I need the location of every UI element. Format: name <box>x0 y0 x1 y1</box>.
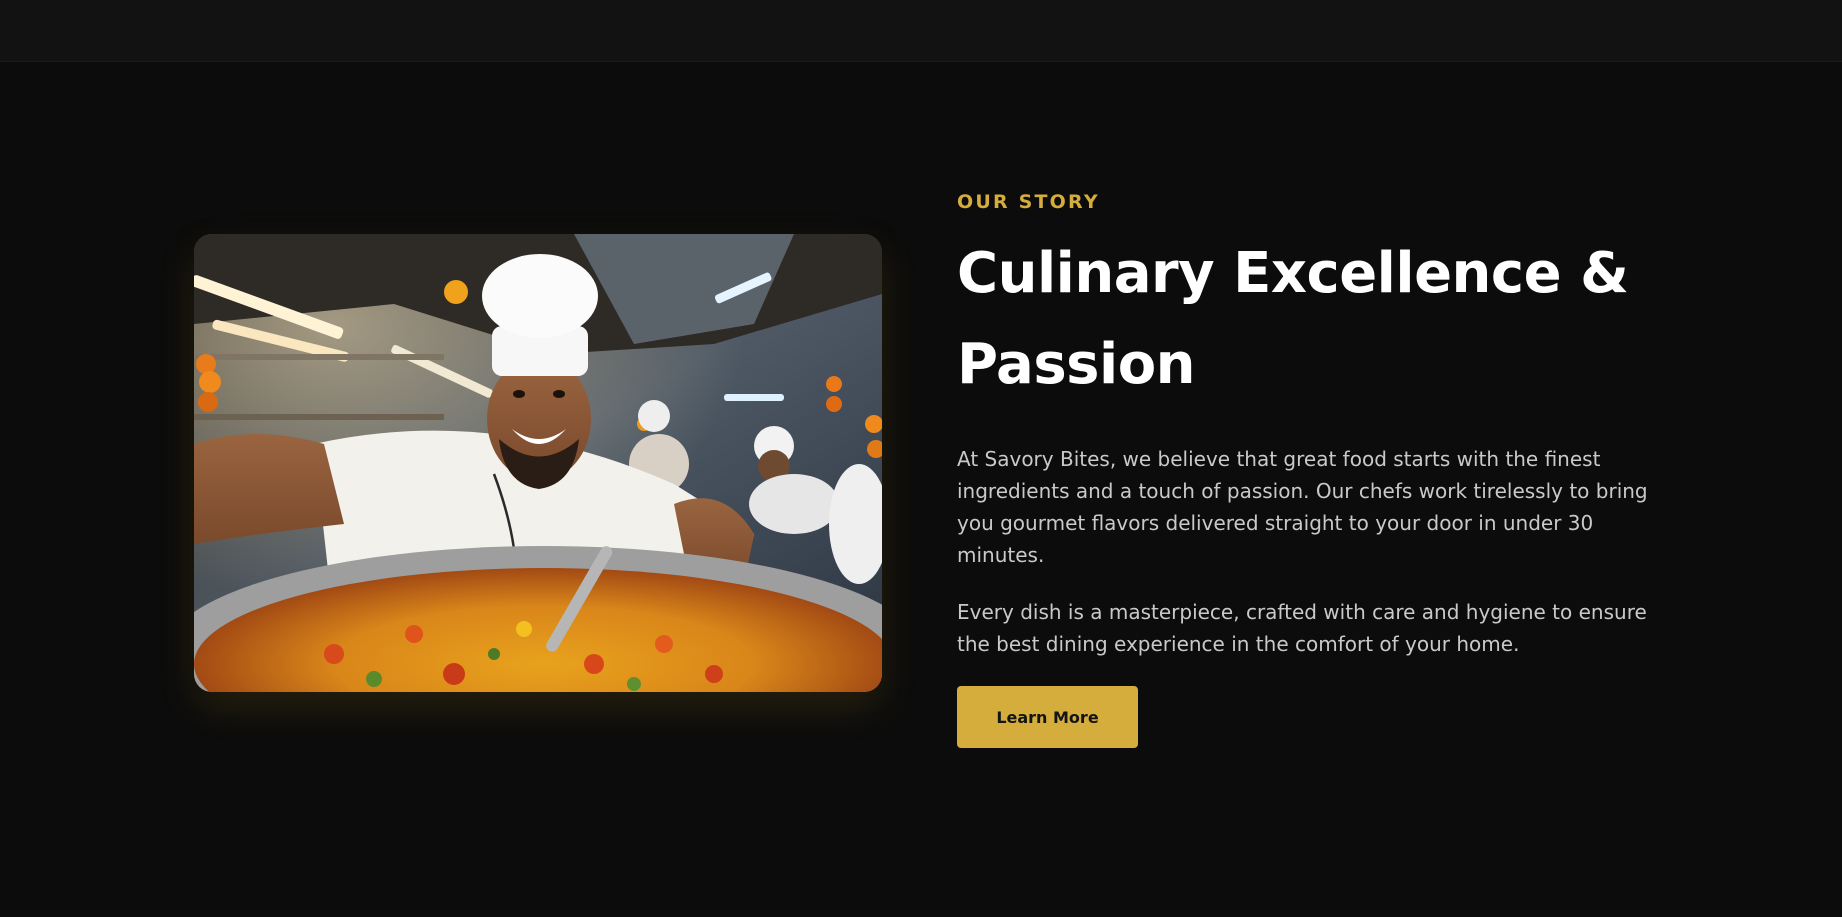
section-eyebrow: OUR STORY <box>957 191 1100 213</box>
story-paragraph: Every dish is a masterpiece, crafted wit… <box>957 600 1647 656</box>
story-paragraph: At Savory Bites, we believe that great f… <box>957 447 1648 567</box>
learn-more-button[interactable]: Learn More <box>957 686 1138 748</box>
chef-photo <box>194 234 882 692</box>
top-navigation-bar <box>0 0 1842 62</box>
section-headline: Culinary Excellence & Passion <box>957 241 1629 397</box>
